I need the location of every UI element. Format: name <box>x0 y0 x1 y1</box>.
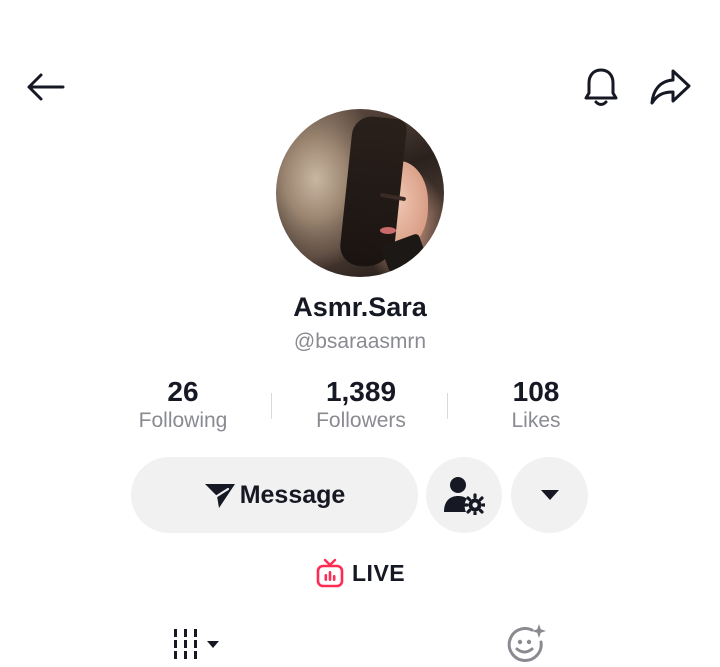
live-link[interactable]: LIVE <box>316 556 405 590</box>
back-button[interactable] <box>22 66 68 108</box>
message-label: Message <box>239 480 346 509</box>
tab-favorites[interactable] <box>503 622 549 664</box>
stat-label: Following <box>138 409 228 432</box>
stat-divider <box>271 393 272 419</box>
stat-likes[interactable]: 108 Likes <box>456 374 616 434</box>
caret-down-icon <box>207 640 219 648</box>
caret-down-icon <box>540 490 559 500</box>
stat-value: 108 <box>512 376 560 407</box>
username: @bsaraasmrn <box>293 330 427 353</box>
grid-bars-icon <box>174 629 197 659</box>
stat-value: 1,389 <box>325 376 397 407</box>
stat-followers[interactable]: 1,389 Followers <box>281 374 441 434</box>
share-button[interactable] <box>646 64 694 110</box>
avatar-lips-shape <box>380 227 396 234</box>
stat-label: Followers <box>316 409 406 432</box>
avatar[interactable] <box>276 109 444 277</box>
live-label: LIVE <box>352 559 406 586</box>
message-button[interactable]: Message <box>131 457 418 533</box>
display-name: Asmr.Sara <box>293 292 427 322</box>
stat-label: Likes <box>511 409 561 432</box>
notifications-button[interactable] <box>580 64 622 110</box>
stat-following[interactable]: 26 Following <box>103 374 263 434</box>
stat-divider <box>447 393 448 419</box>
bell-icon <box>584 68 618 106</box>
live-tv-icon <box>316 558 344 588</box>
send-icon <box>204 484 235 508</box>
tab-videos[interactable] <box>170 624 230 664</box>
friend-settings-button[interactable] <box>426 457 502 533</box>
more-options-button[interactable] <box>511 457 588 533</box>
user-gear-icon <box>444 477 485 515</box>
smile-sparkle-icon <box>507 624 546 662</box>
arrow-left-icon <box>27 73 65 101</box>
stat-value: 26 <box>167 376 199 407</box>
share-arrow-icon <box>650 69 691 105</box>
